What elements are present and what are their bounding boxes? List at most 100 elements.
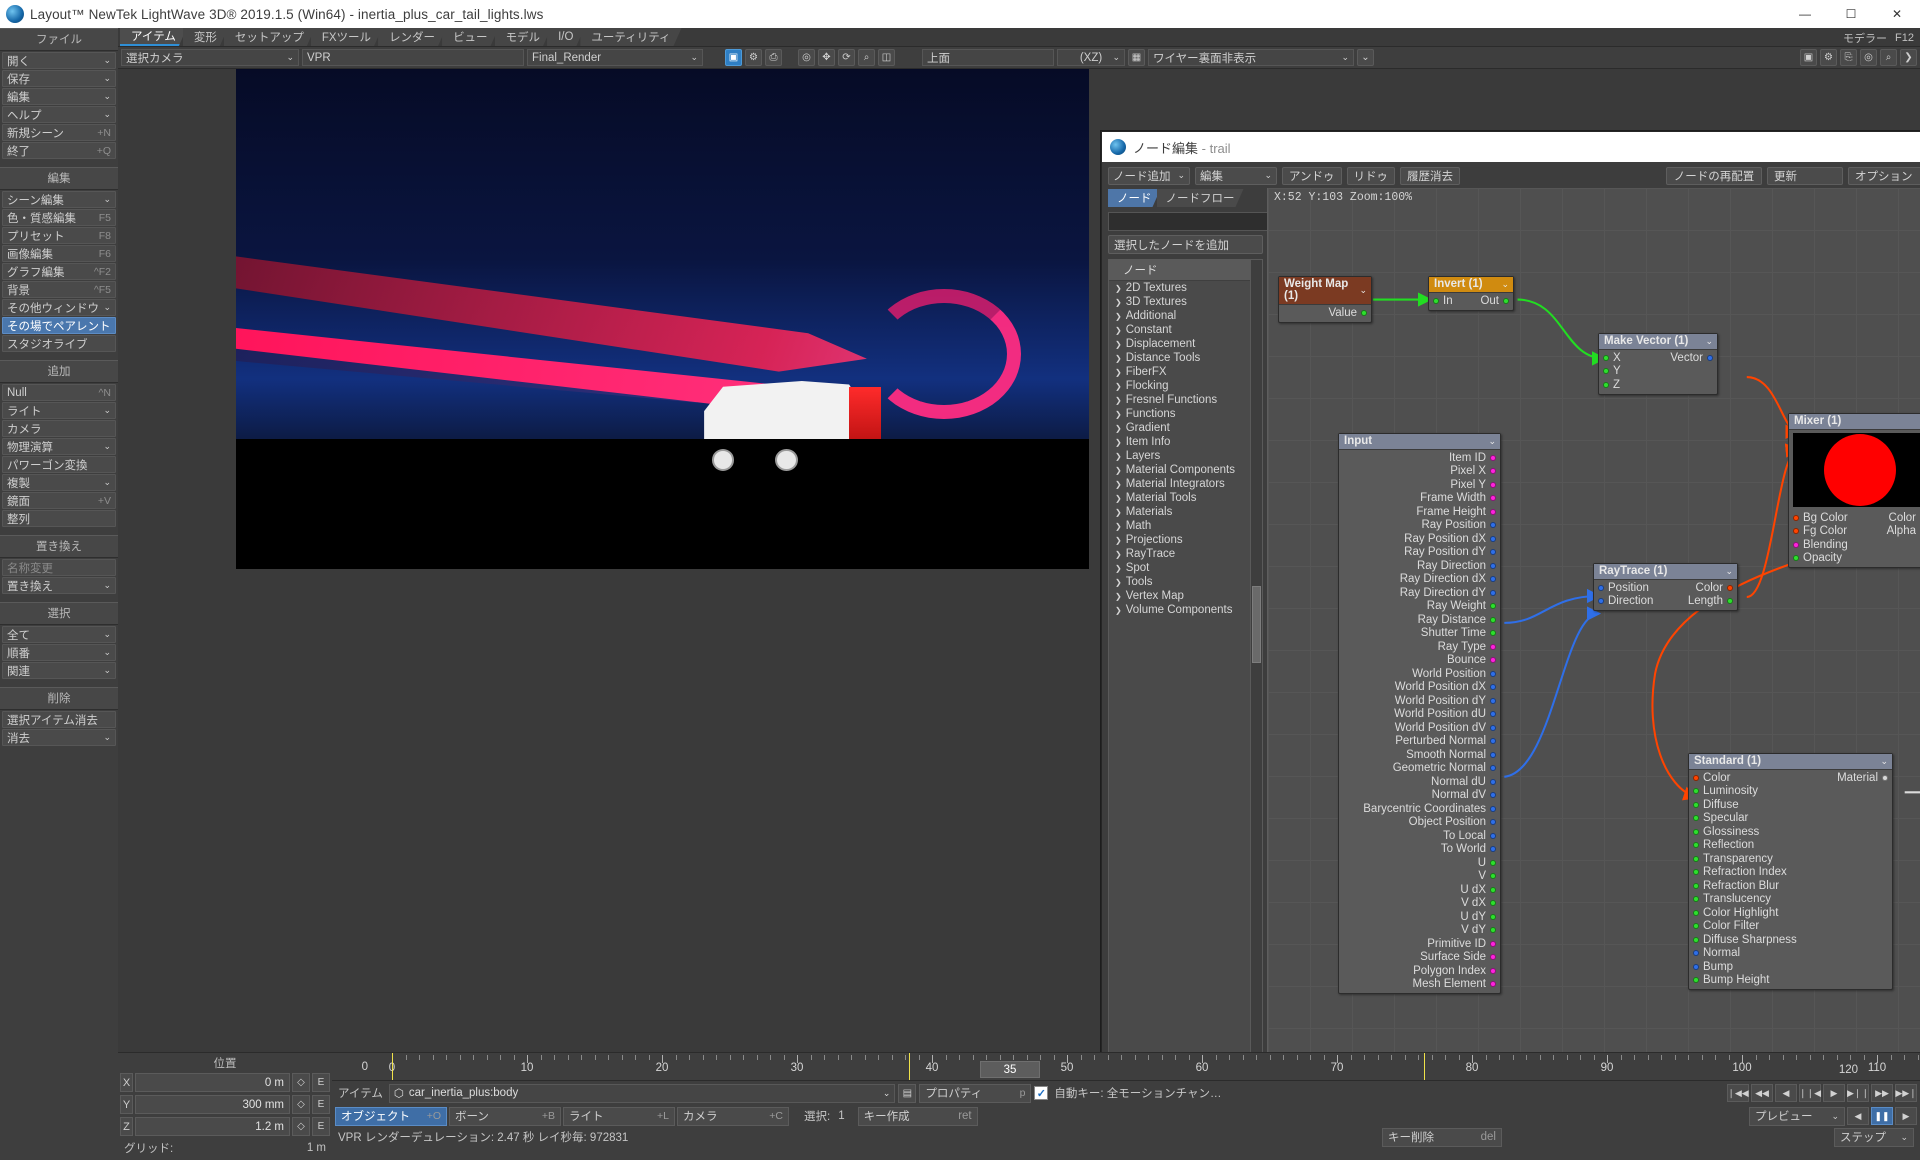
input-port-dot[interactable] <box>1693 801 1699 808</box>
sidebar-item-0[interactable]: 全て ⌄ <box>2 626 116 643</box>
tab-5[interactable]: ビュー <box>442 28 499 46</box>
graph-node-port-row[interactable]: World Position dX <box>1339 681 1500 695</box>
chevron-down-icon[interactable]: ⌄ <box>1359 285 1367 296</box>
sidebar-item-0[interactable]: シーン編集 ⌄ <box>2 191 116 208</box>
input-port-dot[interactable] <box>1793 528 1799 535</box>
input-port-dot[interactable] <box>1598 598 1604 605</box>
edit-mode-1[interactable]: ボーン +B <box>449 1106 561 1126</box>
graph-node[interactable]: RayTrace (1) ⌄ Position Color Direction Lengt… <box>1593 563 1738 611</box>
output-port-dot[interactable] <box>1490 589 1496 596</box>
output-port-dot[interactable] <box>1490 859 1496 866</box>
axis-edit-button[interactable]: E <box>312 1095 330 1114</box>
gear-icon[interactable]: ⚙ <box>745 49 762 66</box>
target-icon[interactable]: ◎ <box>798 49 815 66</box>
rearrange-nodes-button[interactable]: ノードの再配置 <box>1666 166 1762 185</box>
input-port-dot[interactable] <box>1693 896 1699 903</box>
sidebar-item-3[interactable]: 物理演算 ⌄ <box>2 438 116 455</box>
output-port-dot[interactable] <box>1361 309 1367 316</box>
graph-node-header[interactable]: Invert (1) ⌄ <box>1429 277 1513 293</box>
node-category-item[interactable]: ❯ Displacement <box>1109 337 1250 351</box>
graph-node-header[interactable]: Weight Map (1) ⌄ <box>1279 277 1371 305</box>
sidebar-item-4[interactable]: 新規シーン +N <box>2 124 116 141</box>
sidebar-item-1[interactable]: ライト ⌄ <box>2 402 116 419</box>
output-port-dot[interactable] <box>1490 778 1496 785</box>
preview-dropdown[interactable]: プレビュー ⌄ <box>1749 1106 1845 1126</box>
graph-node-port-row[interactable]: Luminosity <box>1689 785 1892 799</box>
output-port-dot[interactable] <box>1490 468 1496 475</box>
graph-node[interactable]: Invert (1) ⌄ In Out <box>1428 276 1514 311</box>
step-forward-button[interactable]: ▶❘❘ <box>1847 1084 1869 1102</box>
input-port-dot[interactable] <box>1793 514 1799 521</box>
axis-lock-icon[interactable]: ◇ <box>292 1095 310 1114</box>
output-port-dot[interactable] <box>1490 765 1496 772</box>
graph-node-port-row[interactable]: U dX <box>1339 883 1500 897</box>
node-category-item[interactable]: ❯ Distance Tools <box>1109 351 1250 365</box>
redo-button[interactable]: リドゥ <box>1346 166 1396 185</box>
node-category-item[interactable]: ❯ Material Tools <box>1109 491 1250 505</box>
graph-node-port-row[interactable]: Object Position <box>1339 816 1500 830</box>
viewport-search-icon[interactable]: ⌕ <box>1880 49 1897 66</box>
render-preview[interactable] <box>236 69 1089 569</box>
tab-0[interactable]: アイテム <box>120 28 187 46</box>
sidebar-item-3[interactable]: 画像編集 F6 <box>2 245 116 262</box>
output-port-dot[interactable] <box>1490 873 1496 880</box>
node-category-item[interactable]: ❯ RayTrace <box>1109 547 1250 561</box>
node-category-item[interactable]: ❯ FiberFX <box>1109 365 1250 379</box>
graph-node-port-row[interactable]: U <box>1339 856 1500 870</box>
edit-mode-2[interactable]: ライト +L <box>563 1106 675 1126</box>
chevron-down-icon[interactable]: ⌄ <box>1488 436 1496 447</box>
output-port-dot[interactable] <box>1490 711 1496 718</box>
render-mode-select[interactable]: Final_Render ⌄ <box>527 49 703 66</box>
output-port-dot[interactable] <box>1490 535 1496 542</box>
graph-node-port-row[interactable]: Bounce <box>1339 654 1500 668</box>
graph-node-port-row[interactable]: World Position <box>1339 667 1500 681</box>
axis-edit-button[interactable]: E <box>312 1073 330 1092</box>
node-category-item[interactable]: ❯ Layers <box>1109 449 1250 463</box>
play-button[interactable]: ▶ <box>1823 1084 1845 1102</box>
tab-1[interactable]: 変形 <box>183 28 228 46</box>
output-port-dot[interactable] <box>1490 576 1496 583</box>
axis-value-Y[interactable]: 300 mm <box>135 1095 290 1114</box>
output-port-dot[interactable] <box>1490 981 1496 988</box>
output-port-dot[interactable] <box>1490 670 1496 677</box>
item-list-icon[interactable]: ▤ <box>898 1083 917 1103</box>
output-port-dot[interactable] <box>1490 954 1496 961</box>
graph-node-port-row[interactable]: Value <box>1279 306 1371 320</box>
chevron-down-icon[interactable]: ⌄ <box>1705 336 1713 347</box>
prev-key-button[interactable]: ◀◀ <box>1751 1084 1773 1102</box>
layout-icon[interactable]: ◫ <box>878 49 895 66</box>
input-port-dot[interactable] <box>1693 855 1699 862</box>
axis-value-Z[interactable]: 1.2 m <box>135 1117 290 1136</box>
sidebar-item-6[interactable]: その他ウィンドウ ⌄ <box>2 299 116 316</box>
tab-6[interactable]: モデル <box>495 28 552 46</box>
node-library-tab-1[interactable]: ノードフロー <box>1157 189 1244 207</box>
output-port-dot[interactable] <box>1490 805 1496 812</box>
output-port-dot[interactable] <box>1707 354 1713 361</box>
input-port-dot[interactable] <box>1603 381 1609 388</box>
output-port-dot[interactable] <box>1490 967 1496 974</box>
next-key-button[interactable]: ▶▶ <box>1871 1084 1893 1102</box>
move-icon[interactable]: ✥ <box>818 49 835 66</box>
output-port-dot[interactable] <box>1490 697 1496 704</box>
edit-dropdown[interactable]: 編集 ⌄ <box>1195 166 1277 185</box>
graph-node-port-row[interactable]: Color Filter <box>1689 920 1892 934</box>
sidebar-item-0[interactable]: 名称変更 <box>2 559 116 576</box>
sidebar-item-2[interactable]: カメラ <box>2 420 116 437</box>
axis-lock-icon[interactable]: ◇ <box>292 1073 310 1092</box>
sidebar-item-0[interactable]: Null ^N <box>2 384 116 401</box>
sidebar-item-5[interactable]: 背景 ^F5 <box>2 281 116 298</box>
graph-node-port-row[interactable]: Bump Height <box>1689 974 1892 988</box>
play-reverse-button[interactable]: ◀ <box>1775 1084 1797 1102</box>
graph-node-port-row[interactable]: Normal dV <box>1339 789 1500 803</box>
graph-node-port-row[interactable]: Blending <box>1789 538 1920 552</box>
graph-node-port-row[interactable]: Diffuse <box>1689 798 1892 812</box>
graph-node-port-row[interactable]: Ray Direction dY <box>1339 586 1500 600</box>
chevron-down-icon[interactable]: ⌄ <box>1725 566 1733 577</box>
graph-node-port-row[interactable]: Opacity <box>1789 552 1920 566</box>
sidebar-item-2[interactable]: プリセット F8 <box>2 227 116 244</box>
tab-2[interactable]: セットアップ <box>224 28 315 46</box>
node-tree-scrollbar[interactable] <box>1250 260 1262 1118</box>
graph-node-port-row[interactable]: Color Highlight <box>1689 906 1892 920</box>
graph-node-port-row[interactable]: Bump <box>1689 960 1892 974</box>
create-key-button[interactable]: キー作成 ret <box>857 1106 978 1126</box>
